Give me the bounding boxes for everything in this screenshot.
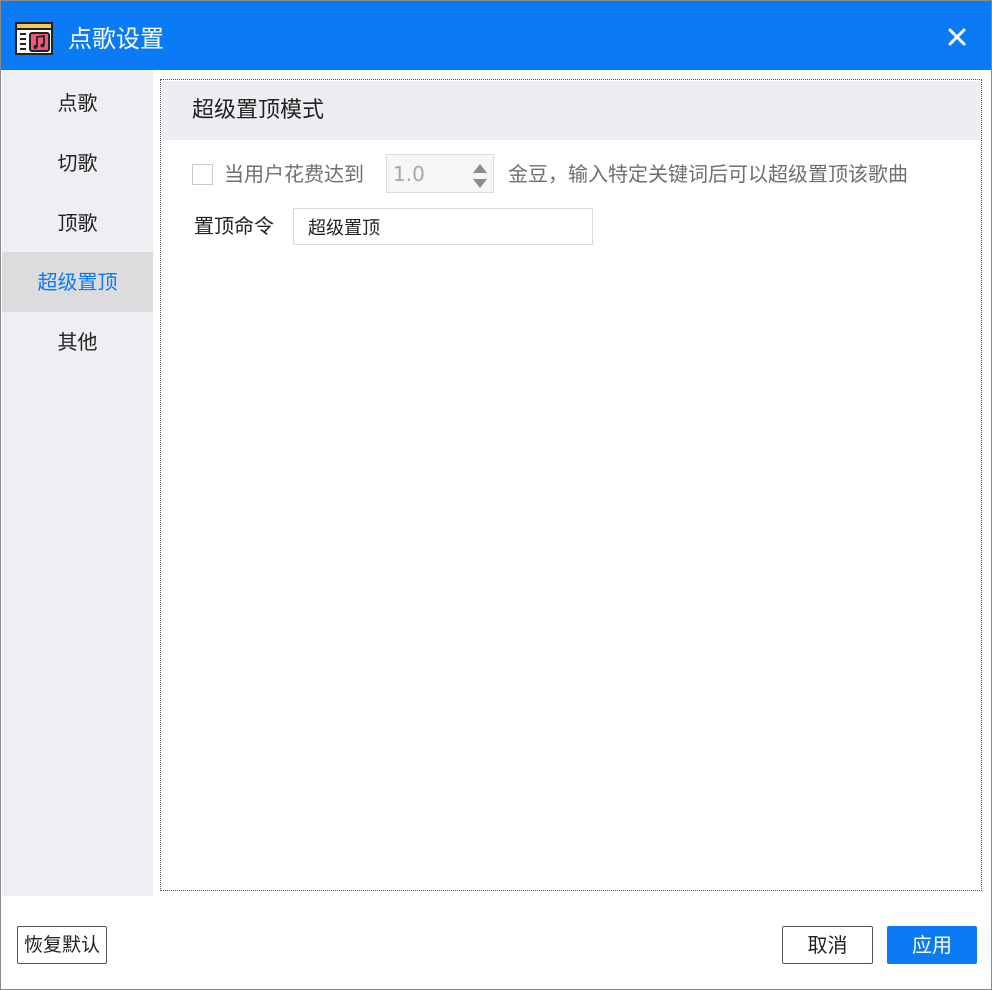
sidebar-item-bump-song[interactable]: 顶歌 xyxy=(2,193,153,253)
music-window-icon xyxy=(15,22,53,55)
title-bar[interactable]: 点歌设置 xyxy=(1,1,991,70)
cancel-button[interactable]: 取消 xyxy=(782,926,873,964)
condition-prefix-label: 当用户花费达到 xyxy=(224,162,364,186)
pin-command-label: 置顶命令 xyxy=(194,214,274,238)
sidebar-item-other[interactable]: 其他 xyxy=(2,312,153,372)
sidebar-item-song-request[interactable]: 点歌 xyxy=(2,73,153,133)
sidebar-item-skip-song[interactable]: 切歌 xyxy=(2,133,153,193)
window-title: 点歌设置 xyxy=(68,25,164,53)
close-icon[interactable] xyxy=(939,19,975,55)
condition-suffix-label: 金豆，输入特定关键词后可以超级置顶该歌曲 xyxy=(508,162,908,186)
settings-sidebar: 点歌 切歌 顶歌 超级置顶 其他 xyxy=(2,70,153,896)
gold-bean-amount-value: 1.0 xyxy=(393,162,425,186)
pin-command-input[interactable] xyxy=(293,208,593,245)
section-header: 超级置顶模式 xyxy=(162,81,980,140)
gold-bean-amount-spinbox[interactable]: 1.0 xyxy=(386,154,494,193)
settings-panel: 超级置顶模式 当用户花费达到 1.0 金豆，输入特定关键词后可以超级置顶该歌曲 … xyxy=(160,79,982,891)
enable-super-pin-checkbox[interactable] xyxy=(192,164,213,185)
spin-up-icon[interactable] xyxy=(469,160,491,174)
spin-down-icon[interactable] xyxy=(469,176,491,190)
sidebar-item-super-pin[interactable]: 超级置顶 xyxy=(2,252,153,312)
section-title: 超级置顶模式 xyxy=(192,98,325,123)
apply-button[interactable]: 应用 xyxy=(887,926,977,964)
restore-defaults-button[interactable]: 恢复默认 xyxy=(17,926,107,964)
settings-window: 点歌设置 点歌 切歌 顶歌 超级置顶 其他 超级置顶模式 当用户花费达到 1.0 xyxy=(0,0,992,990)
